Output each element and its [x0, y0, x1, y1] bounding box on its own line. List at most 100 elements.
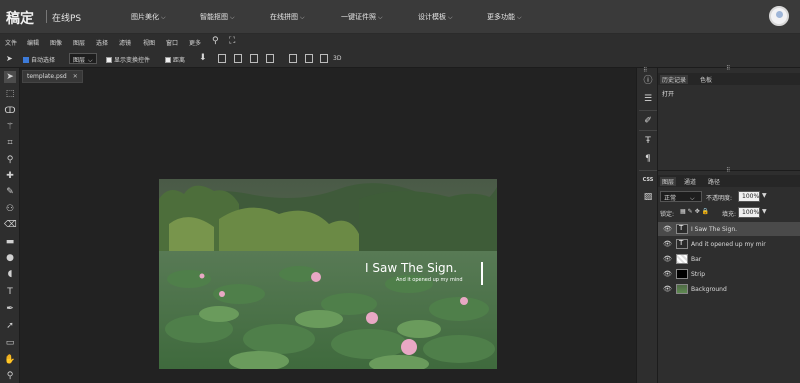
visibility-eye-icon[interactable]: 👁	[663, 285, 672, 293]
menu-layer[interactable]: 图层	[73, 38, 85, 47]
document-tab[interactable]: template.psd ✕	[22, 70, 83, 83]
stamp-tool-icon[interactable]: ⚇	[4, 203, 16, 215]
close-icon[interactable]: ✕	[73, 73, 78, 80]
path-select-icon[interactable]: ➚	[4, 320, 16, 332]
layer-name: I Saw The Sign.	[691, 226, 738, 233]
download-icon[interactable]: ⬇	[199, 53, 207, 63]
chevron-down-icon[interactable]: ▼	[762, 192, 767, 199]
eraser-tool-icon[interactable]: ⌫	[4, 219, 17, 231]
hand-tool-icon[interactable]: ✋	[4, 354, 16, 366]
magic-wand-icon[interactable]: ⚚	[4, 121, 16, 133]
menu-view[interactable]: 视图	[143, 38, 155, 47]
tab-swatches[interactable]: 色板	[700, 75, 712, 84]
eyedropper-icon[interactable]: ⚲	[4, 154, 16, 166]
search-icon[interactable]: ⚲	[212, 36, 219, 46]
move-tool-icon[interactable]: ➤	[4, 71, 16, 83]
opacity-input[interactable]: 100%	[738, 191, 760, 202]
overlay-title-text[interactable]: I Saw The Sign.	[365, 261, 457, 275]
layer-row[interactable]: 👁 Background	[658, 282, 800, 296]
canvas-image[interactable]: I Saw The Sign. And it opened up my mind	[159, 179, 497, 369]
auto-select-checkbox[interactable]: 自动选择	[23, 55, 55, 64]
info-icon[interactable]: ⓘ	[641, 74, 655, 88]
fill-input[interactable]: 100%	[738, 207, 760, 218]
tab-channels[interactable]: 通道	[684, 177, 696, 186]
drag-handle-icon[interactable]: ⠿	[726, 65, 731, 72]
pen-tool-icon[interactable]: ✒	[4, 303, 16, 315]
canvas-area[interactable]: template.psd ✕ I Saw The Sign. And it op…	[20, 68, 636, 383]
visibility-eye-icon[interactable]: 👁	[663, 225, 672, 233]
checkbox-icon	[165, 57, 171, 63]
tab-layers[interactable]: 图层	[660, 177, 677, 186]
lock-label: 锁定:	[660, 211, 675, 218]
drag-handle-icon[interactable]: ⠿	[726, 167, 731, 174]
align-bottom-icon[interactable]	[250, 54, 258, 63]
menu-more[interactable]: 更多	[189, 38, 201, 47]
lock-options-icons[interactable]: ▦✎✥🔒	[680, 208, 711, 215]
app-logo[interactable]: 稿定	[6, 8, 34, 28]
3d-mode-label[interactable]: 3D	[333, 55, 341, 62]
history-item[interactable]: 打开	[660, 89, 798, 99]
tab-paths[interactable]: 路径	[708, 177, 720, 186]
crop-tool-icon[interactable]: ⌗	[4, 137, 16, 149]
lasso-tool-icon[interactable]: ↀ	[4, 105, 16, 117]
character-icon[interactable]: Ŧ	[641, 134, 655, 148]
layer-row[interactable]: 👁 T And it opened up my mir	[658, 237, 800, 251]
text-layer-thumbnail: T	[676, 239, 688, 249]
user-avatar[interactable]	[769, 6, 789, 26]
nav-id-photo[interactable]: 一键证件照 ⌵	[341, 12, 383, 22]
drag-handle-icon[interactable]: ⠿	[643, 67, 648, 74]
align-top-icon[interactable]	[218, 54, 226, 63]
brush-settings-icon[interactable]: ✐	[641, 114, 655, 128]
options-bar: ➤ 自动选择 图层 ⌵ 显示变换控件 距离 ⬇ 3D	[0, 50, 800, 68]
menu-select[interactable]: 选择	[96, 38, 108, 47]
menu-image[interactable]: 图像	[50, 38, 62, 47]
app-subtitle[interactable]: 在线PS	[52, 11, 81, 24]
fullscreen-icon[interactable]: ⛶	[229, 36, 235, 46]
show-transform-checkbox[interactable]: 显示变换控件	[106, 55, 150, 64]
css-panel-icon[interactable]: CSS	[641, 173, 655, 187]
nav-image-beautify[interactable]: 图片美化 ⌵	[131, 12, 166, 22]
overlay-subtitle-text[interactable]: And it opened up my mind	[396, 277, 463, 283]
nav-design-templates[interactable]: 设计模板 ⌵	[418, 12, 453, 22]
shape-tool-icon[interactable]: ▭	[4, 337, 16, 349]
menu-filter[interactable]: 滤镜	[119, 38, 131, 47]
align-right-icon[interactable]	[305, 54, 313, 63]
menu-bar: 文件 编辑 图像 图层 选择 滤镜 视图 窗口 更多 ⚲ ⛶	[0, 34, 800, 50]
nav-more-features[interactable]: 更多功能 ⌵	[487, 12, 522, 22]
align-left-icon[interactable]	[266, 54, 274, 63]
distribute-icon[interactable]	[320, 54, 328, 63]
layer-name: And it opened up my mir	[691, 241, 766, 248]
blur-tool-icon[interactable]: ●	[4, 252, 16, 264]
menu-file[interactable]: 文件	[5, 38, 17, 47]
chevron-down-icon: ⌵	[161, 14, 166, 21]
chevron-down-icon[interactable]: ▼	[762, 208, 767, 215]
visibility-eye-icon[interactable]: 👁	[663, 270, 672, 278]
paragraph-icon[interactable]: ¶	[641, 152, 655, 166]
marquee-tool-icon[interactable]: ⬚	[4, 88, 16, 100]
menu-edit[interactable]: 编辑	[27, 38, 39, 47]
text-tool-icon[interactable]: T	[4, 286, 16, 298]
dodge-tool-icon[interactable]: ◖	[4, 268, 16, 280]
auto-select-target-dropdown[interactable]: 图层 ⌵	[69, 53, 97, 64]
image-panel-icon[interactable]: ▨	[641, 190, 655, 204]
blend-mode-dropdown[interactable]: 正常 ⌵	[660, 191, 702, 202]
healing-brush-icon[interactable]: ✚	[4, 170, 16, 182]
layer-row[interactable]: 👁 Strip	[658, 267, 800, 281]
align-vcenter-icon[interactable]	[234, 54, 242, 63]
layer-row[interactable]: 👁 Bar	[658, 252, 800, 266]
overlay-bar-shape[interactable]	[481, 262, 483, 285]
menu-window[interactable]: 窗口	[166, 38, 178, 47]
nav-online-collage[interactable]: 在线拼图 ⌵	[270, 12, 305, 22]
layer-row[interactable]: 👁 T I Saw The Sign.	[658, 222, 800, 236]
gradient-tool-icon[interactable]: ▬	[4, 236, 16, 248]
align-hcenter-icon[interactable]	[289, 54, 297, 63]
tab-history[interactable]: 历史记录	[660, 75, 689, 84]
history-panel: ⠿ 历史记录 色板 打开	[658, 65, 800, 170]
visibility-eye-icon[interactable]: 👁	[663, 240, 672, 248]
spacing-checkbox[interactable]: 距离	[165, 55, 185, 64]
zoom-tool-icon[interactable]: ⚲	[4, 370, 16, 382]
visibility-eye-icon[interactable]: 👁	[663, 255, 672, 263]
properties-icon[interactable]: ☰	[641, 92, 655, 106]
brush-tool-icon[interactable]: ✎	[4, 186, 16, 198]
nav-smart-cutout[interactable]: 智能抠图 ⌵	[200, 12, 235, 22]
